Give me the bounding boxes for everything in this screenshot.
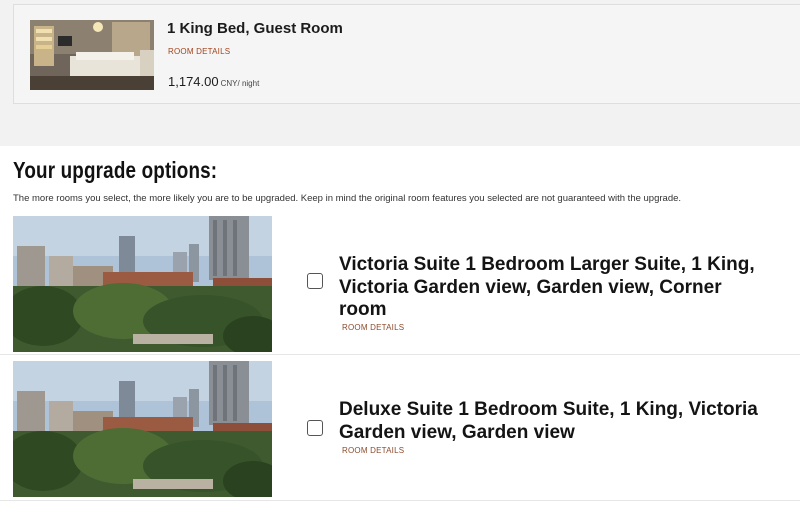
upgrade-option-name: Deluxe Suite 1 Bedroom Suite, 1 King, Vi…: [339, 399, 758, 443]
booked-room-details-link[interactable]: ROOM DETAILS: [168, 47, 230, 56]
upgrade-option-details-link[interactable]: ROOM DETAILS: [342, 323, 404, 332]
booked-room-price: 1,174.00 CNY/ night: [168, 74, 259, 89]
price-amount: 1,174.00: [168, 74, 219, 89]
upgrade-option-checkbox[interactable]: [307, 420, 323, 436]
booked-room-section: 1 King Bed, Guest Room ROOM DETAILS 1,17…: [0, 0, 800, 146]
upgrade-description: The more rooms you select, the more like…: [13, 193, 682, 204]
upgrade-heading: Your upgrade options:: [13, 157, 218, 183]
upgrade-option-row: Deluxe Suite 1 Bedroom Suite, 1 King, Vi…: [0, 356, 800, 501]
upgrade-option-details-link[interactable]: ROOM DETAILS: [342, 446, 404, 455]
upgrade-option-name: Victoria Suite 1 Bedroom Larger Suite, 1…: [339, 254, 755, 320]
upgrade-option-photo[interactable]: [13, 361, 272, 497]
price-unit: CNY/ night: [220, 79, 260, 88]
upgrade-option-row: Victoria Suite 1 Bedroom Larger Suite, 1…: [0, 214, 800, 355]
booked-room-photo[interactable]: [30, 20, 154, 90]
upgrade-option-photo[interactable]: [13, 216, 272, 352]
upgrade-option-checkbox[interactable]: [307, 273, 323, 289]
booked-room-card: 1 King Bed, Guest Room ROOM DETAILS 1,17…: [13, 4, 800, 104]
booked-room-title: 1 King Bed, Guest Room: [167, 20, 343, 37]
